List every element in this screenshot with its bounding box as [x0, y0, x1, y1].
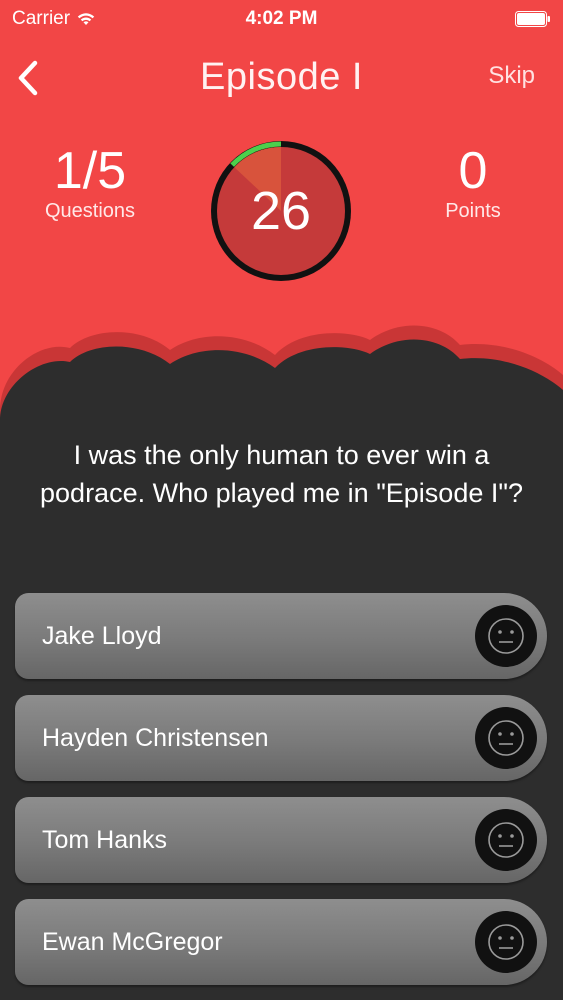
countdown-timer: 26 [207, 137, 355, 285]
question-text: I was the only human to ever win a podra… [40, 440, 523, 508]
answer-option[interactable]: Ewan McGregor [15, 899, 547, 985]
status-bar: Carrier 4:02 PM [0, 0, 563, 40]
points-label: Points [445, 200, 501, 222]
neutral-face-icon [475, 911, 537, 973]
neutral-face-icon [475, 707, 537, 769]
answer-option[interactable]: Hayden Christensen [15, 695, 547, 781]
answer-option[interactable]: Tom Hanks [15, 797, 547, 883]
status-time: 4:02 PM [245, 8, 318, 29]
answer-label: Hayden Christensen [42, 724, 269, 752]
neutral-face-icon [475, 605, 537, 667]
answer-list: Jake Lloyd Hayden Christensen Tom Hanks [15, 593, 547, 1000]
page-title: Episode I [200, 56, 363, 98]
timer-seconds: 26 [250, 181, 312, 241]
answer-label: Tom Hanks [42, 826, 168, 854]
answer-option[interactable]: Jake Lloyd [15, 593, 547, 679]
neutral-face-icon [475, 809, 537, 871]
points-stat: 0 Points [383, 144, 563, 223]
answer-label: Ewan McGregor [42, 928, 223, 956]
battery-icon [515, 11, 550, 27]
points-count: 0 [458, 142, 488, 200]
quiz-screen: Carrier 4:02 PM Episode I Skip 1/5 Quest… [0, 0, 563, 1000]
answer-label: Jake Lloyd [42, 622, 162, 650]
skip-button[interactable]: Skip [488, 62, 535, 90]
questions-label: Questions [44, 200, 136, 222]
navigation-bar: Episode I Skip [0, 48, 563, 108]
questions-stat: 1/5 Questions [0, 144, 180, 223]
questions-count: 1/5 [53, 142, 127, 200]
